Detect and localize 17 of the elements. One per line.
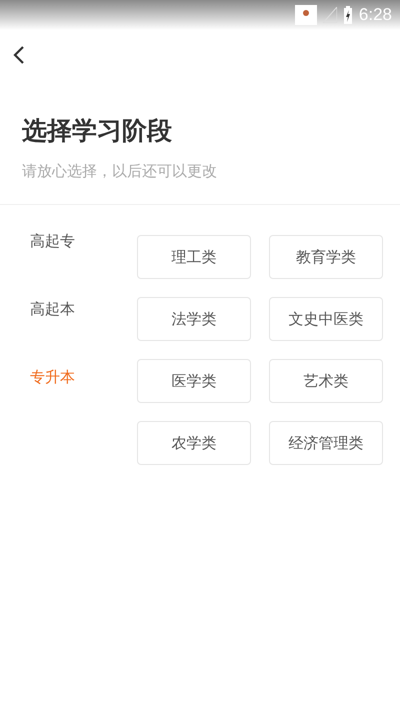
category-button[interactable]: 理工类	[137, 235, 251, 279]
notification-icon	[294, 5, 317, 25]
status-time: 6:28	[358, 5, 392, 25]
category-button[interactable]: 文史中医类	[269, 297, 383, 341]
category-button[interactable]: 医学类	[137, 359, 251, 403]
back-icon[interactable]	[12, 45, 26, 65]
page-title: 选择学习阶段	[22, 115, 173, 147]
level-option[interactable]: 高起本	[0, 299, 137, 367]
level-option[interactable]: 高起专	[0, 231, 137, 299]
category-button[interactable]: 经济管理类	[269, 421, 383, 465]
page-subtitle: 请放心选择，以后还可以更改	[22, 161, 218, 182]
signal-icon	[322, 7, 337, 23]
category-button[interactable]: 农学类	[137, 421, 251, 465]
battery-icon	[342, 6, 353, 24]
category-button[interactable]: 教育学类	[269, 235, 383, 279]
category-button[interactable]: 法学类	[137, 297, 251, 341]
category-button[interactable]: 艺术类	[269, 359, 383, 403]
